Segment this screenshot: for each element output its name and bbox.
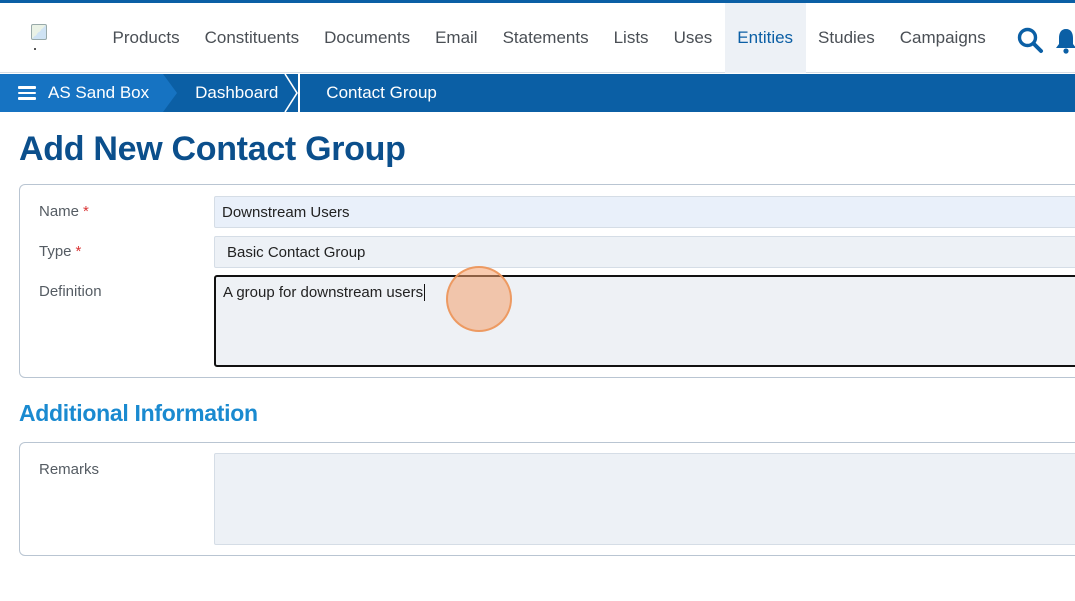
breadcrumb-home-label: AS Sand Box — [48, 83, 150, 102]
search-icon[interactable] — [1016, 26, 1044, 54]
definition-textarea[interactable]: A group for downstream users — [214, 275, 1075, 367]
nav-item-campaigns[interactable]: Campaigns — [887, 3, 998, 73]
nav-item-documents[interactable]: Documents — [312, 3, 423, 73]
type-select[interactable]: Basic Contact Group — [214, 236, 1075, 268]
nav-item-constituents[interactable]: Constituents — [192, 3, 312, 73]
type-select-value: Basic Contact Group — [227, 243, 366, 261]
breadcrumb-current: Contact Group — [294, 74, 437, 112]
nav-item-products[interactable]: Products — [100, 3, 192, 73]
required-marker: * — [83, 203, 89, 220]
bell-icon[interactable] — [1054, 26, 1075, 54]
page-title: Add New Contact Group — [19, 130, 406, 168]
name-field[interactable]: Downstream Users — [214, 196, 1075, 228]
definition-textarea-value: A group for downstream users — [223, 284, 424, 301]
remarks-label: Remarks — [39, 461, 100, 478]
additional-information-heading: Additional Information — [19, 400, 258, 426]
additional-information-panel: Remarks — [19, 442, 1075, 556]
breadcrumb-separator-icon — [284, 74, 298, 112]
nav-item-statements[interactable]: Statements — [490, 3, 601, 73]
breadcrumb: AS Sand Box Dashboard Contact Group — [0, 74, 1075, 112]
nav-item-studies[interactable]: Studies — [806, 3, 888, 73]
type-label: Type * — [39, 243, 82, 260]
nav-item-lists[interactable]: Lists — [601, 3, 661, 73]
breadcrumb-home[interactable]: AS Sand Box — [0, 74, 178, 112]
nav-item-entities[interactable]: Entities — [724, 3, 806, 73]
definition-label: Definition — [39, 283, 102, 300]
name-label: Name * — [39, 203, 89, 220]
nav-item-email[interactable]: Email — [423, 3, 491, 73]
breadcrumb-dashboard[interactable]: Dashboard — [163, 74, 294, 112]
main-nav: Products Constituents Documents Email St… — [100, 3, 998, 73]
required-marker: * — [75, 243, 82, 260]
breadcrumb-current-label: Contact Group — [326, 83, 437, 102]
remarks-textarea[interactable] — [214, 453, 1075, 545]
nav-item-uses[interactable]: Uses — [661, 3, 725, 73]
text-cursor — [424, 284, 426, 301]
breadcrumb-dashboard-label: Dashboard — [195, 83, 279, 102]
logo-broken-image-icon[interactable] — [31, 24, 53, 54]
name-field-value: Downstream Users — [222, 203, 350, 221]
click-indicator — [446, 266, 512, 332]
contact-group-form: Name * Downstream Users Type * Basic Conta… — [19, 184, 1075, 378]
hamburger-icon[interactable] — [18, 86, 36, 100]
top-navigation-bar: Products Constituents Documents Email St… — [0, 0, 1075, 73]
